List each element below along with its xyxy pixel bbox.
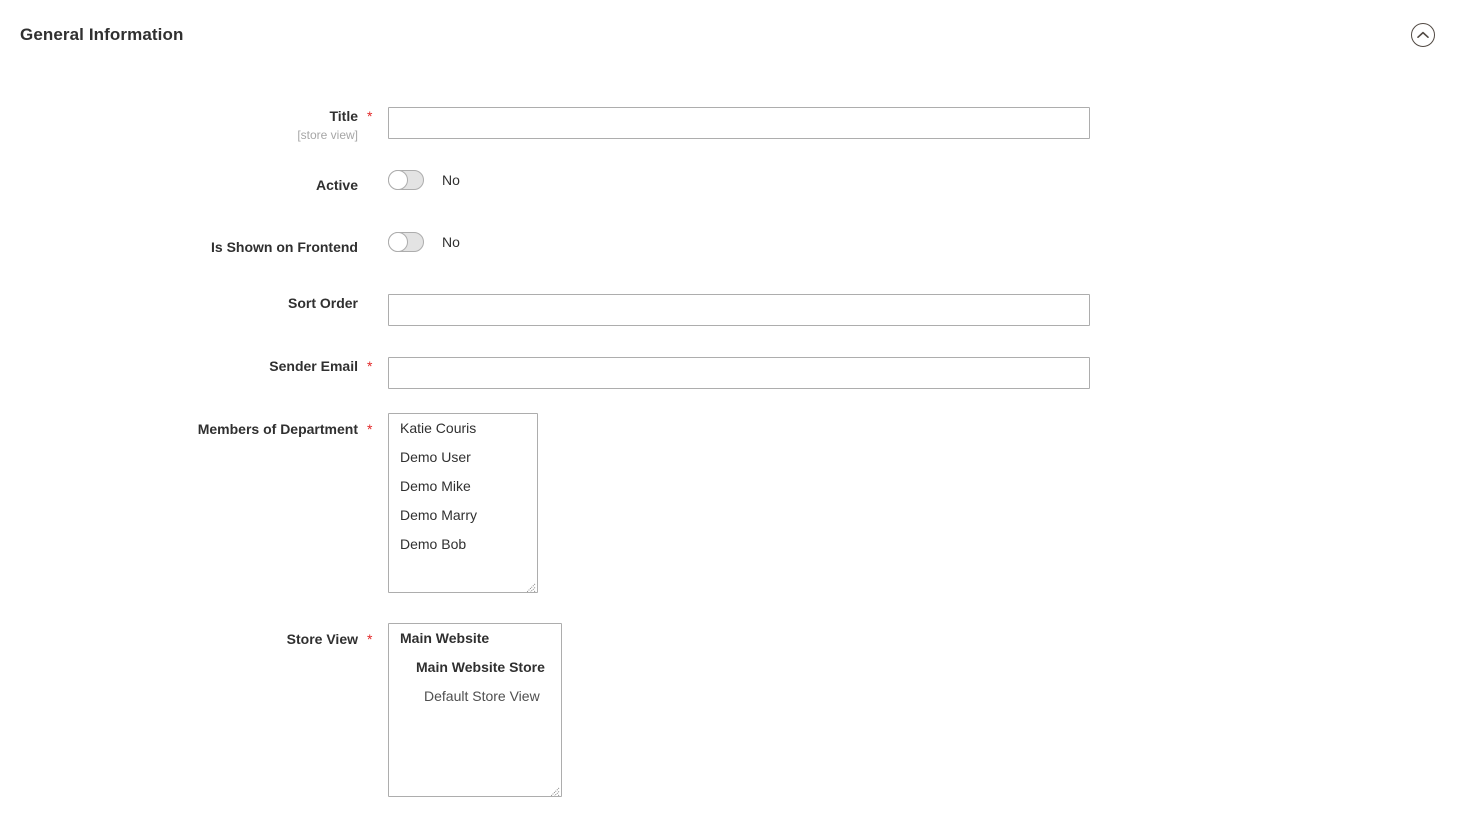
active-toggle[interactable] xyxy=(388,170,424,190)
label-text: Is Shown on Frontend xyxy=(211,239,358,255)
field-row-sender-email: Sender Email * xyxy=(0,356,1477,389)
required-asterisk-sender-email: * xyxy=(367,358,373,374)
field-row-active: Active No xyxy=(0,170,1477,195)
toggle-knob xyxy=(388,232,408,252)
control-members-of-department: Katie Couris Demo User Demo Mike Demo Ma… xyxy=(388,413,538,593)
field-row-is-shown-on-frontend: Is Shown on Frontend No xyxy=(0,232,1477,257)
title-input[interactable] xyxy=(388,106,1090,139)
field-label-members-of-department: Members of Department xyxy=(0,420,358,439)
active-toggle-state-label: No xyxy=(442,172,460,188)
field-label-title: Title [store view] xyxy=(0,107,358,143)
members-of-department-multiselect[interactable]: Katie Couris Demo User Demo Mike Demo Ma… xyxy=(388,413,538,593)
general-information-form: General Information Title [store view] *… xyxy=(0,0,1477,824)
field-row-title: Title [store view] * xyxy=(0,106,1477,143)
control-store-view: Main Website Main Website Store Default … xyxy=(388,623,562,797)
is-shown-on-frontend-toggle[interactable] xyxy=(388,232,424,252)
list-item[interactable]: Demo Mike xyxy=(389,472,537,501)
label-text: Members of Department xyxy=(197,421,358,437)
section-header: General Information xyxy=(0,0,1477,60)
list-item[interactable]: Demo Marry xyxy=(389,501,537,530)
list-item[interactable]: Main Website xyxy=(389,624,561,653)
label-text: Title xyxy=(329,108,358,124)
toggle-knob xyxy=(388,170,408,190)
is-shown-on-frontend-state-label: No xyxy=(442,234,460,250)
label-text: Store View xyxy=(286,631,358,647)
page-title: General Information xyxy=(20,24,184,44)
field-label-active: Active xyxy=(0,176,358,195)
required-asterisk-title: * xyxy=(367,108,373,124)
is-shown-on-frontend-toggle-wrap: No xyxy=(388,232,460,252)
chevron-up-circle-icon[interactable] xyxy=(1411,23,1435,47)
list-item[interactable]: Demo User xyxy=(389,443,537,472)
required-asterisk-store-view: * xyxy=(367,631,373,647)
store-view-multiselect[interactable]: Main Website Main Website Store Default … xyxy=(388,623,562,797)
field-label-sort-order: Sort Order xyxy=(0,294,358,313)
required-asterisk-members-of-department: * xyxy=(367,421,373,437)
field-label-sender-email: Sender Email xyxy=(0,357,358,376)
control-sort-order xyxy=(388,293,1090,326)
field-row-store-view: Store View * Main Website Main Website S… xyxy=(0,623,1477,797)
field-row-members-of-department: Members of Department * Katie Couris Dem… xyxy=(0,413,1477,593)
active-toggle-wrap: No xyxy=(388,170,460,190)
list-item[interactable]: Default Store View xyxy=(389,682,561,711)
control-title xyxy=(388,106,1090,139)
resize-handle-icon[interactable] xyxy=(525,580,536,592)
label-text: Active xyxy=(315,177,358,193)
field-row-sort-order: Sort Order xyxy=(0,293,1477,326)
control-sender-email xyxy=(388,356,1090,389)
scope-note: [store view] xyxy=(297,128,358,142)
list-item[interactable]: Demo Bob xyxy=(389,530,537,559)
control-is-shown-on-frontend: No xyxy=(388,232,460,252)
control-active: No xyxy=(388,170,460,190)
field-label-store-view: Store View xyxy=(0,630,358,649)
list-item[interactable]: Main Website Store xyxy=(389,653,561,682)
label-text: Sender Email xyxy=(269,358,358,374)
list-item[interactable]: Katie Couris xyxy=(389,414,537,443)
sort-order-input[interactable] xyxy=(388,293,1090,326)
sender-email-input[interactable] xyxy=(388,356,1090,389)
resize-handle-icon[interactable] xyxy=(549,784,560,796)
label-text: Sort Order xyxy=(287,295,358,311)
field-label-is-shown-on-frontend: Is Shown on Frontend xyxy=(0,238,358,257)
